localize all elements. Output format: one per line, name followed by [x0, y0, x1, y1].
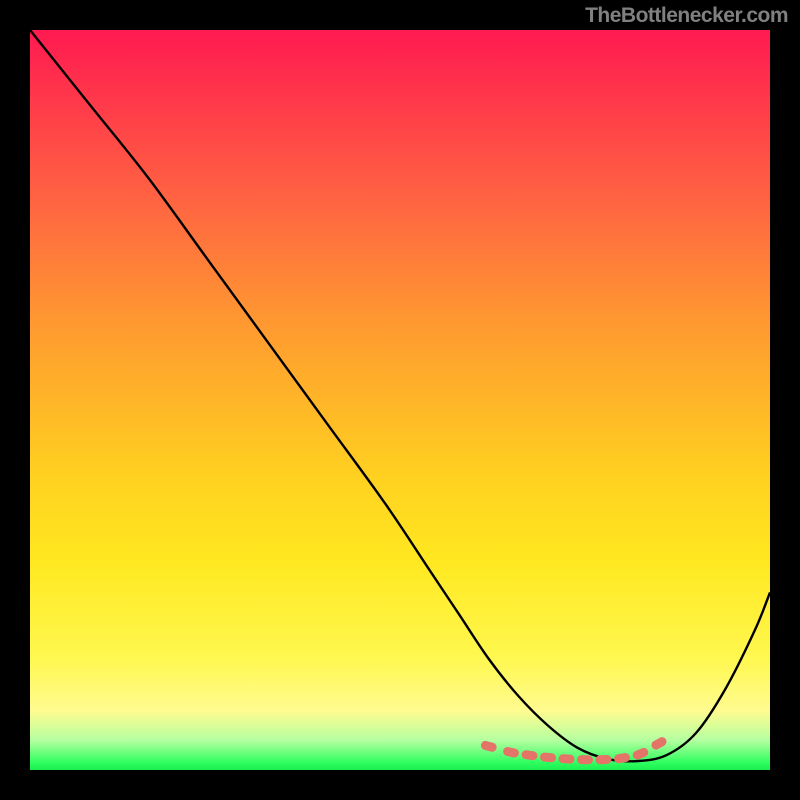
curve-line: [30, 30, 770, 761]
trough-marker: [650, 736, 668, 752]
trough-marker: [577, 755, 593, 764]
trough-marker: [558, 754, 575, 764]
chart-svg: [30, 30, 770, 770]
trough-marker: [502, 746, 520, 758]
trough-marker: [540, 752, 557, 763]
trough-marker: [595, 755, 611, 765]
trough-marker: [631, 747, 649, 761]
chart-plot-area: [30, 30, 770, 770]
source-label: TheBottlenecker.com: [585, 4, 788, 28]
trough-marker: [521, 750, 538, 761]
trough-marker: [480, 740, 498, 753]
